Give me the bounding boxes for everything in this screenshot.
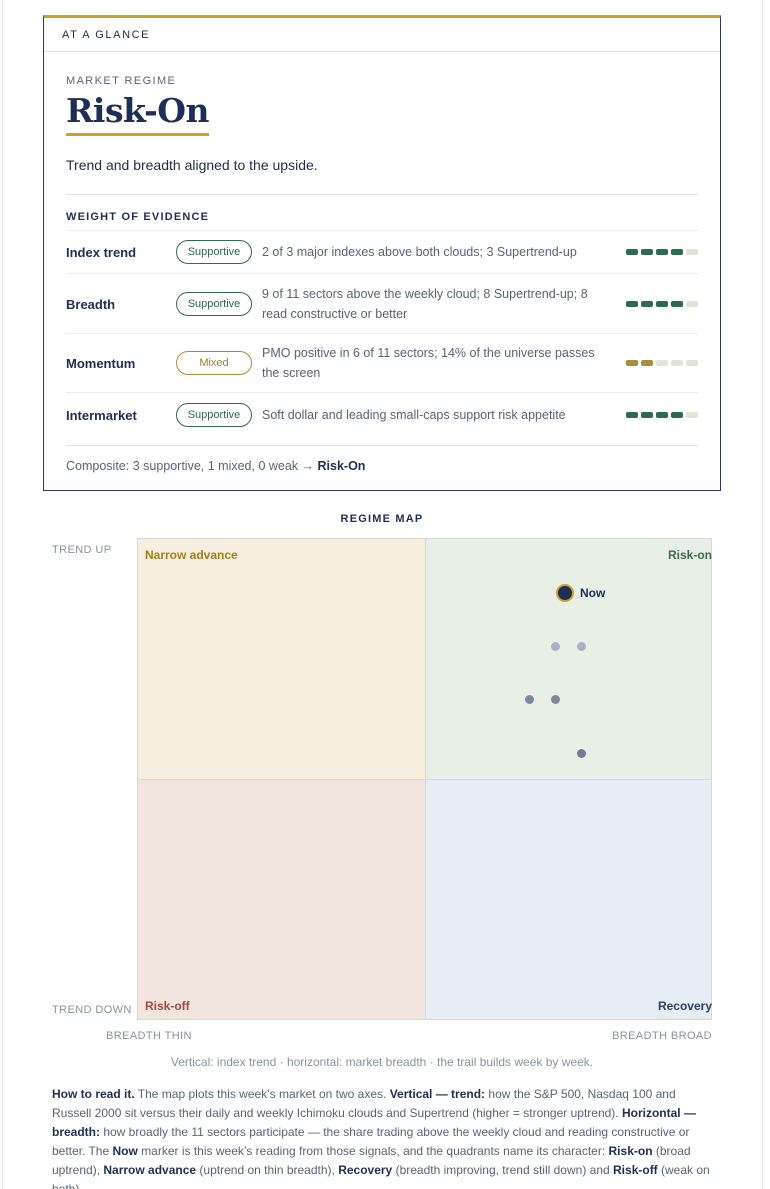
composite-result: Risk-On — [317, 459, 366, 473]
evidence-title: WEIGHT OF EVIDENCE — [66, 211, 698, 231]
strength-meter — [626, 412, 698, 418]
quadrant-label-risk-on: Risk-on — [667, 548, 712, 562]
quadrant-recovery — [425, 779, 712, 1020]
card-body: MARKET REGIME Risk-On Trend and breadth … — [66, 66, 698, 473]
map-caption: Vertical: index trend · horizontal: mark… — [170, 1055, 594, 1069]
howto-term: Narrow advance — [103, 1163, 197, 1177]
meter-segment — [656, 301, 668, 307]
trail-point — [525, 695, 534, 704]
meter-segment — [656, 360, 668, 366]
quadrant-label-risk-off: Risk-off — [145, 999, 190, 1013]
at-a-glance-card: AT A GLANCE MARKET REGIME Risk-On Trend … — [43, 15, 721, 491]
evidence-row-index-trend: Index trend Supportive 2 of 3 major inde… — [66, 231, 698, 274]
meter-segment — [686, 301, 698, 307]
howto-text: (uptrend on thin breadth), — [196, 1163, 339, 1177]
meter-segment — [641, 412, 653, 418]
y-axis-bottom-label: TREND DOWN — [52, 1004, 132, 1016]
howto-text: (breadth improving, trend still down) an… — [392, 1163, 614, 1177]
evidence-detail: PMO positive in 6 of 11 sectors; 14% of … — [262, 346, 595, 380]
howto-term: Now — [112, 1144, 138, 1158]
evidence-row-breadth: Breadth Supportive 9 of 11 sectors above… — [66, 274, 698, 334]
status-badge: Mixed — [176, 351, 252, 375]
quadrant-risk-on — [425, 538, 712, 779]
howto-term: Risk-on — [608, 1144, 653, 1158]
meter-segment — [626, 301, 638, 307]
meter-segment — [626, 249, 638, 255]
howto-term: Risk-off — [613, 1163, 658, 1177]
meter-segment — [641, 360, 653, 366]
howto-term: Recovery — [338, 1163, 393, 1177]
trail-point — [551, 695, 560, 704]
how-to-read: How to read it. The map plots this week’… — [52, 1085, 712, 1189]
howto-text: The map plots this week’s market on two … — [134, 1087, 390, 1101]
status-badge: Supportive — [176, 292, 252, 316]
howto-lead: How to read it. — [52, 1087, 135, 1101]
status-badge: Supportive — [176, 403, 252, 427]
meter-segment — [671, 301, 683, 307]
howto-term: Vertical — trend: — [389, 1087, 486, 1101]
evidence-row-momentum: Momentum Mixed PMO positive in 6 of 11 s… — [66, 334, 698, 393]
y-axis-top-label: TREND UP — [52, 544, 112, 556]
regime-map-title: REGIME MAP — [340, 513, 424, 525]
evidence-row-intermarket: Intermarket Supportive Soft dollar and l… — [66, 393, 698, 445]
regime-title: Risk-On — [66, 93, 210, 136]
x-axis-right-label: BREADTH BROAD — [612, 1030, 712, 1042]
evidence-detail: 9 of 11 sectors above the weekly cloud; … — [262, 287, 588, 321]
meter-segment — [671, 360, 683, 366]
status-badge: Supportive — [176, 240, 252, 264]
evidence-detail: Soft dollar and leading small-caps suppo… — [262, 408, 566, 422]
meter-segment — [626, 412, 638, 418]
meter-segment — [686, 249, 698, 255]
divider — [66, 194, 698, 195]
map-horizontal-divider — [137, 779, 712, 780]
now-marker — [556, 584, 574, 602]
trail-point — [577, 642, 586, 651]
composite-summary: Composite: 3 supportive, 1 mixed, 0 weak… — [66, 445, 698, 473]
meter-segment — [641, 301, 653, 307]
meter-segment — [656, 249, 668, 255]
evidence-name: Momentum — [66, 356, 136, 371]
meter-segment — [626, 360, 638, 366]
meter-segment — [671, 412, 683, 418]
page-frame-right — [762, 0, 763, 1189]
regime-description: Trend and breadth aligned to the upside. — [66, 157, 318, 173]
strength-meter — [626, 360, 698, 366]
composite-text: Composite: 3 supportive, 1 mixed, 0 weak… — [66, 459, 315, 473]
meter-segment — [686, 360, 698, 366]
quadrant-label-recovery: Recovery — [657, 999, 712, 1013]
now-marker-label: Now — [580, 586, 606, 600]
meter-segment — [671, 249, 683, 255]
meter-segment — [686, 412, 698, 418]
meter-segment — [641, 249, 653, 255]
strength-meter — [626, 249, 698, 255]
meter-segment — [656, 412, 668, 418]
page-frame-left — [2, 0, 3, 1189]
card-header: AT A GLANCE — [44, 18, 720, 52]
regime-eyebrow: MARKET REGIME — [66, 75, 177, 87]
quadrant-narrow-advance — [137, 538, 425, 779]
trail-point — [577, 749, 586, 758]
evidence-name: Intermarket — [66, 408, 137, 423]
strength-meter — [626, 301, 698, 307]
quadrant-risk-off — [137, 779, 425, 1020]
evidence-detail: 2 of 3 major indexes above both clouds; … — [262, 245, 577, 259]
trail-point — [551, 642, 560, 651]
evidence-name: Index trend — [66, 245, 137, 260]
evidence-name: Breadth — [66, 297, 116, 312]
howto-text: marker is this week’s reading from those… — [137, 1144, 609, 1158]
quadrant-label-narrow-advance: Narrow advance — [145, 548, 238, 562]
x-axis-left-label: BREADTH THIN — [106, 1030, 192, 1042]
